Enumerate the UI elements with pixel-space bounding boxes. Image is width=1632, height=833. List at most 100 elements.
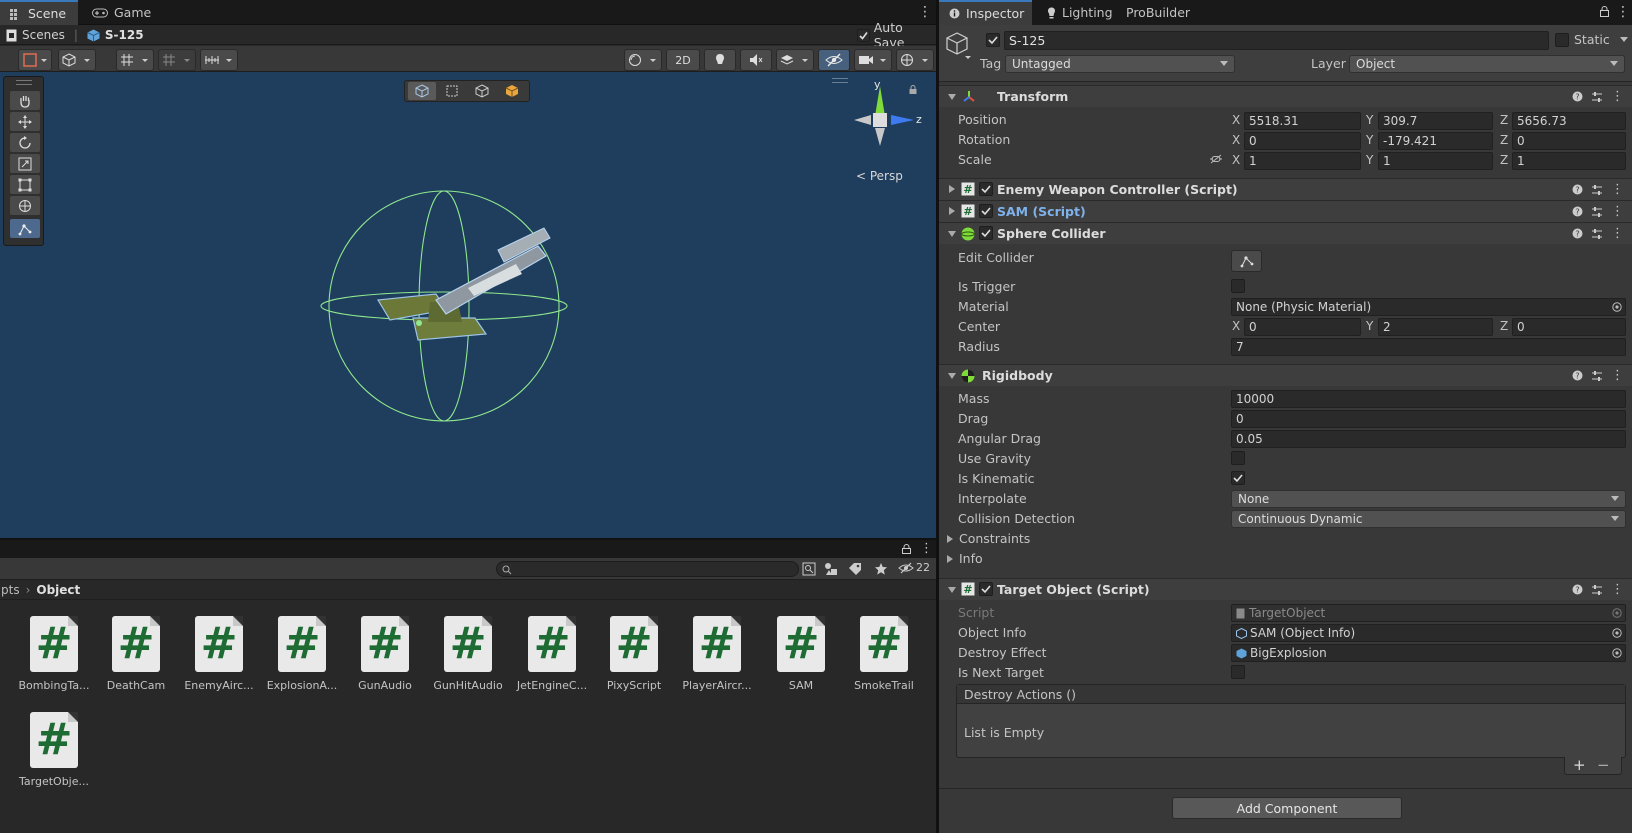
help-icon[interactable]: ? <box>1572 228 1583 239</box>
edit-collider-button[interactable] <box>1231 250 1262 272</box>
center-z-field[interactable]: 0 <box>1512 318 1626 336</box>
axis-y-label[interactable]: Y <box>1366 319 1373 333</box>
enemy-weapon-enabled-checkbox[interactable] <box>979 182 993 196</box>
breadcrumb-scenes[interactable]: Scenes <box>22 28 65 42</box>
transform-tool-button[interactable] <box>10 196 40 215</box>
add-component-button[interactable]: Add Component <box>1172 797 1402 819</box>
axis-y-label[interactable]: Y <box>1366 133 1373 147</box>
scene-light-button[interactable] <box>704 49 736 71</box>
sam-enabled-checkbox[interactable] <box>979 204 993 218</box>
palette-drag-handle[interactable] <box>16 80 32 85</box>
axis-z-label[interactable]: Z <box>1500 133 1508 147</box>
object-picker-icon[interactable] <box>1612 648 1622 658</box>
kebab-menu-icon[interactable]: ⋮ <box>1611 183 1624 196</box>
kebab-menu-icon[interactable]: ⋮ <box>1611 90 1624 103</box>
lighting-toggle-button[interactable] <box>624 49 662 71</box>
project-search-input[interactable] <box>515 562 795 576</box>
axis-z-label[interactable]: Z <box>1500 153 1508 167</box>
rotation-y-field[interactable]: -179.421 <box>1378 132 1493 150</box>
tab-probuilder[interactable]: ProBuilder <box>1116 0 1206 25</box>
center-y-field[interactable]: 2 <box>1378 318 1493 336</box>
preset-sliders-icon[interactable] <box>1591 584 1603 596</box>
search-by-scene-button[interactable] <box>797 559 821 579</box>
asset-item[interactable]: # GunHitAudio <box>428 616 508 692</box>
help-icon[interactable]: ? <box>1572 206 1583 217</box>
hidden-packages-toggle[interactable]: 22 <box>898 561 930 574</box>
filter-type-button[interactable] <box>819 559 843 579</box>
drag-field[interactable]: 0 <box>1231 410 1626 428</box>
position-z-field[interactable]: 5656.73 <box>1512 112 1626 130</box>
object-info-field[interactable]: SAM (Object Info) <box>1231 624 1626 642</box>
preset-sliders-icon[interactable] <box>1591 370 1603 382</box>
project-search-field[interactable] <box>496 561 799 577</box>
help-icon[interactable]: ? <box>1572 184 1583 195</box>
is-next-target-checkbox[interactable] <box>1231 665 1245 679</box>
foldout-open-icon[interactable] <box>948 373 956 379</box>
kebab-menu-icon[interactable]: ⋮ <box>1611 227 1624 240</box>
asset-item[interactable]: # EnemyAirc... <box>179 616 259 692</box>
overlay-prefab-button[interactable] <box>498 82 526 100</box>
tab-lighting[interactable]: Lighting <box>1037 0 1117 25</box>
rect-tool-button[interactable] <box>10 175 40 194</box>
position-y-field[interactable]: 309.7 <box>1378 112 1493 130</box>
sam-script-header[interactable]: # SAM (Script) ? ⋮ <box>939 200 1632 222</box>
preset-sliders-icon[interactable] <box>1591 91 1603 103</box>
preset-sliders-icon[interactable] <box>1591 228 1603 240</box>
scale-z-field[interactable]: 1 <box>1512 152 1626 170</box>
kebab-menu-icon[interactable]: ⋮ <box>1611 583 1624 596</box>
overlay-box-button[interactable] <box>468 82 496 100</box>
gizmo-lock-icon[interactable] <box>909 85 917 94</box>
info-foldout[interactable]: Info <box>947 551 983 566</box>
target-object-enabled-checkbox[interactable] <box>979 582 993 596</box>
axis-z-label[interactable]: Z <box>1500 113 1508 127</box>
transform-header[interactable]: Transform ? ⋮ <box>939 85 1632 107</box>
axis-y-label[interactable]: Y <box>1366 113 1373 127</box>
filter-label-button[interactable] <box>843 559 867 579</box>
axis-x-label[interactable]: X <box>1232 113 1240 127</box>
breadcrumb-current[interactable]: S-125 <box>105 28 144 42</box>
radius-field[interactable]: 7 <box>1231 338 1626 356</box>
gizmos-button[interactable] <box>896 49 934 71</box>
axis-x-label[interactable]: X <box>1232 153 1240 167</box>
enemy-weapon-controller-header[interactable]: # Enemy Weapon Controller (Script) ? ⋮ <box>939 178 1632 200</box>
foldout-open-icon[interactable] <box>948 587 956 593</box>
static-checkbox[interactable] <box>1555 33 1569 47</box>
persp-label[interactable]: < Persp <box>856 169 903 183</box>
overlay-rect-button[interactable] <box>438 82 466 100</box>
preset-sliders-icon[interactable] <box>1591 206 1603 218</box>
constraints-foldout[interactable]: Constraints <box>947 531 1030 546</box>
position-x-field[interactable]: 5518.31 <box>1244 112 1361 130</box>
active-checkbox[interactable] <box>986 33 1000 47</box>
rotate-tool-button[interactable] <box>10 133 40 152</box>
axis-x-label[interactable]: X <box>1232 319 1240 333</box>
path-current[interactable]: Object <box>36 583 80 597</box>
shading-button[interactable] <box>58 49 96 71</box>
material-field[interactable]: None (Physic Material) <box>1231 298 1626 316</box>
tag-dropdown[interactable]: Untagged <box>1005 55 1235 73</box>
layer-dropdown[interactable]: Object <box>1349 55 1625 73</box>
help-icon[interactable]: ? <box>1572 91 1583 102</box>
project-lock-icon[interactable] <box>902 544 911 554</box>
asset-item[interactable]: # JetEngineC... <box>512 616 592 692</box>
asset-item[interactable]: # SmokeTrail <box>844 616 924 692</box>
help-icon[interactable]: ? <box>1572 370 1583 381</box>
asset-item[interactable]: # SAM <box>761 616 841 692</box>
move-tool-button[interactable] <box>10 112 40 131</box>
inspector-menu-icon[interactable]: ⋮ <box>1616 4 1630 20</box>
custom-tool-button[interactable] <box>10 219 40 238</box>
ruler-button[interactable] <box>200 49 238 71</box>
object-name-field[interactable]: S-125 <box>1004 31 1549 50</box>
asset-item[interactable]: # TargetObje... <box>14 712 94 788</box>
object-picker-icon[interactable] <box>1612 628 1622 638</box>
rotation-z-field[interactable]: 0 <box>1512 132 1626 150</box>
hidden-objects-button[interactable] <box>818 49 850 71</box>
foldout-open-icon[interactable] <box>948 231 956 237</box>
increment-snap-button[interactable] <box>158 49 196 71</box>
tab-game[interactable]: Game <box>82 0 154 25</box>
kebab-menu-icon[interactable]: ⋮ <box>1611 205 1624 218</box>
is-trigger-checkbox[interactable] <box>1231 279 1245 293</box>
axis-z-label[interactable]: Z <box>1500 319 1508 333</box>
destroy-effect-field[interactable]: BigExplosion <box>1231 644 1626 662</box>
center-x-field[interactable]: 0 <box>1244 318 1361 336</box>
use-gravity-checkbox[interactable] <box>1231 451 1245 465</box>
